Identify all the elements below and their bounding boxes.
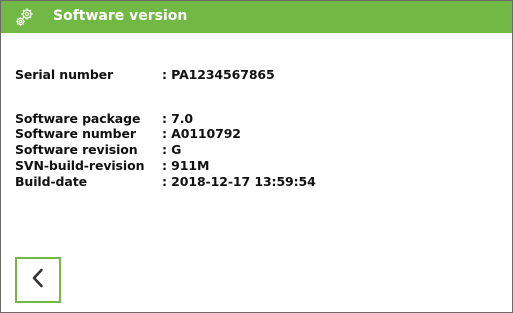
software-version-screen: Software version Serial number : PA12345…: [0, 0, 513, 313]
info-label: Software revision: [15, 142, 138, 157]
page-title: Software version: [53, 8, 188, 24]
gear-icon: [14, 6, 36, 28]
info-label: Build-date: [15, 174, 87, 189]
info-value: : 7.0: [162, 111, 193, 126]
info-value: : G: [162, 142, 182, 157]
chevron-left-icon: [29, 267, 47, 294]
back-button[interactable]: [15, 257, 61, 303]
info-value: : 911M: [162, 158, 210, 173]
title-bar: Software version: [1, 1, 512, 33]
info-value: : PA1234567865: [162, 67, 275, 82]
info-value: : A0110792: [162, 126, 241, 141]
info-label: Software package: [15, 111, 141, 126]
info-label: SVN-build-revision: [15, 158, 145, 173]
info-label: Serial number: [15, 67, 114, 82]
info-label: Software number: [15, 126, 136, 141]
info-value: : 2018-12-17 13:59:54: [162, 174, 316, 189]
